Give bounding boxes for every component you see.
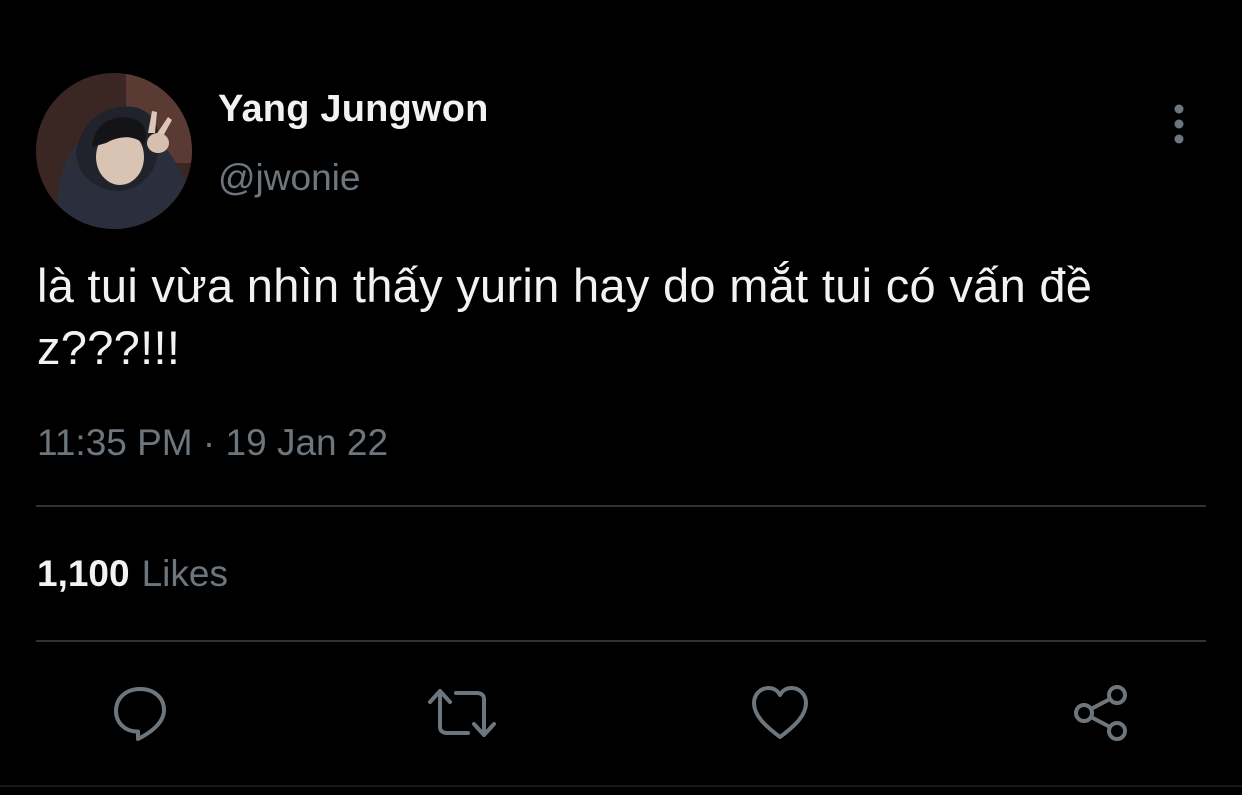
- speech-bubble-icon: [114, 687, 166, 741]
- more-options-button[interactable]: [1160, 100, 1200, 150]
- user-handle[interactable]: @jwonie: [218, 157, 360, 199]
- retweet-icon: [428, 689, 496, 737]
- likes-count: 1,100: [37, 553, 130, 594]
- divider: [36, 640, 1206, 642]
- reply-button[interactable]: [110, 683, 170, 743]
- tweet-text: là tui vừa nhìn thấy yurin hay do mắt tu…: [37, 259, 1093, 374]
- heart-icon: [752, 686, 808, 739]
- retweet-button[interactable]: [428, 683, 496, 743]
- tweet-timestamp[interactable]: 11:35 PM · 19 Jan 22: [37, 422, 388, 464]
- display-name[interactable]: Yang Jungwon: [218, 88, 489, 131]
- avatar[interactable]: [36, 73, 192, 229]
- vertical-dots-icon: [1174, 104, 1184, 144]
- divider: [36, 505, 1206, 507]
- likes-stat[interactable]: 1,100 Likes: [37, 553, 228, 595]
- likes-label: Likes: [141, 553, 228, 594]
- like-button[interactable]: [750, 683, 810, 743]
- tweet-detail: Yang Jungwon @jwonie là tui vừa nhìn thấ…: [0, 0, 1242, 795]
- avatar-image: [36, 73, 192, 229]
- share-button[interactable]: [1071, 683, 1131, 743]
- divider: [0, 785, 1242, 787]
- share-icon: [1074, 685, 1127, 741]
